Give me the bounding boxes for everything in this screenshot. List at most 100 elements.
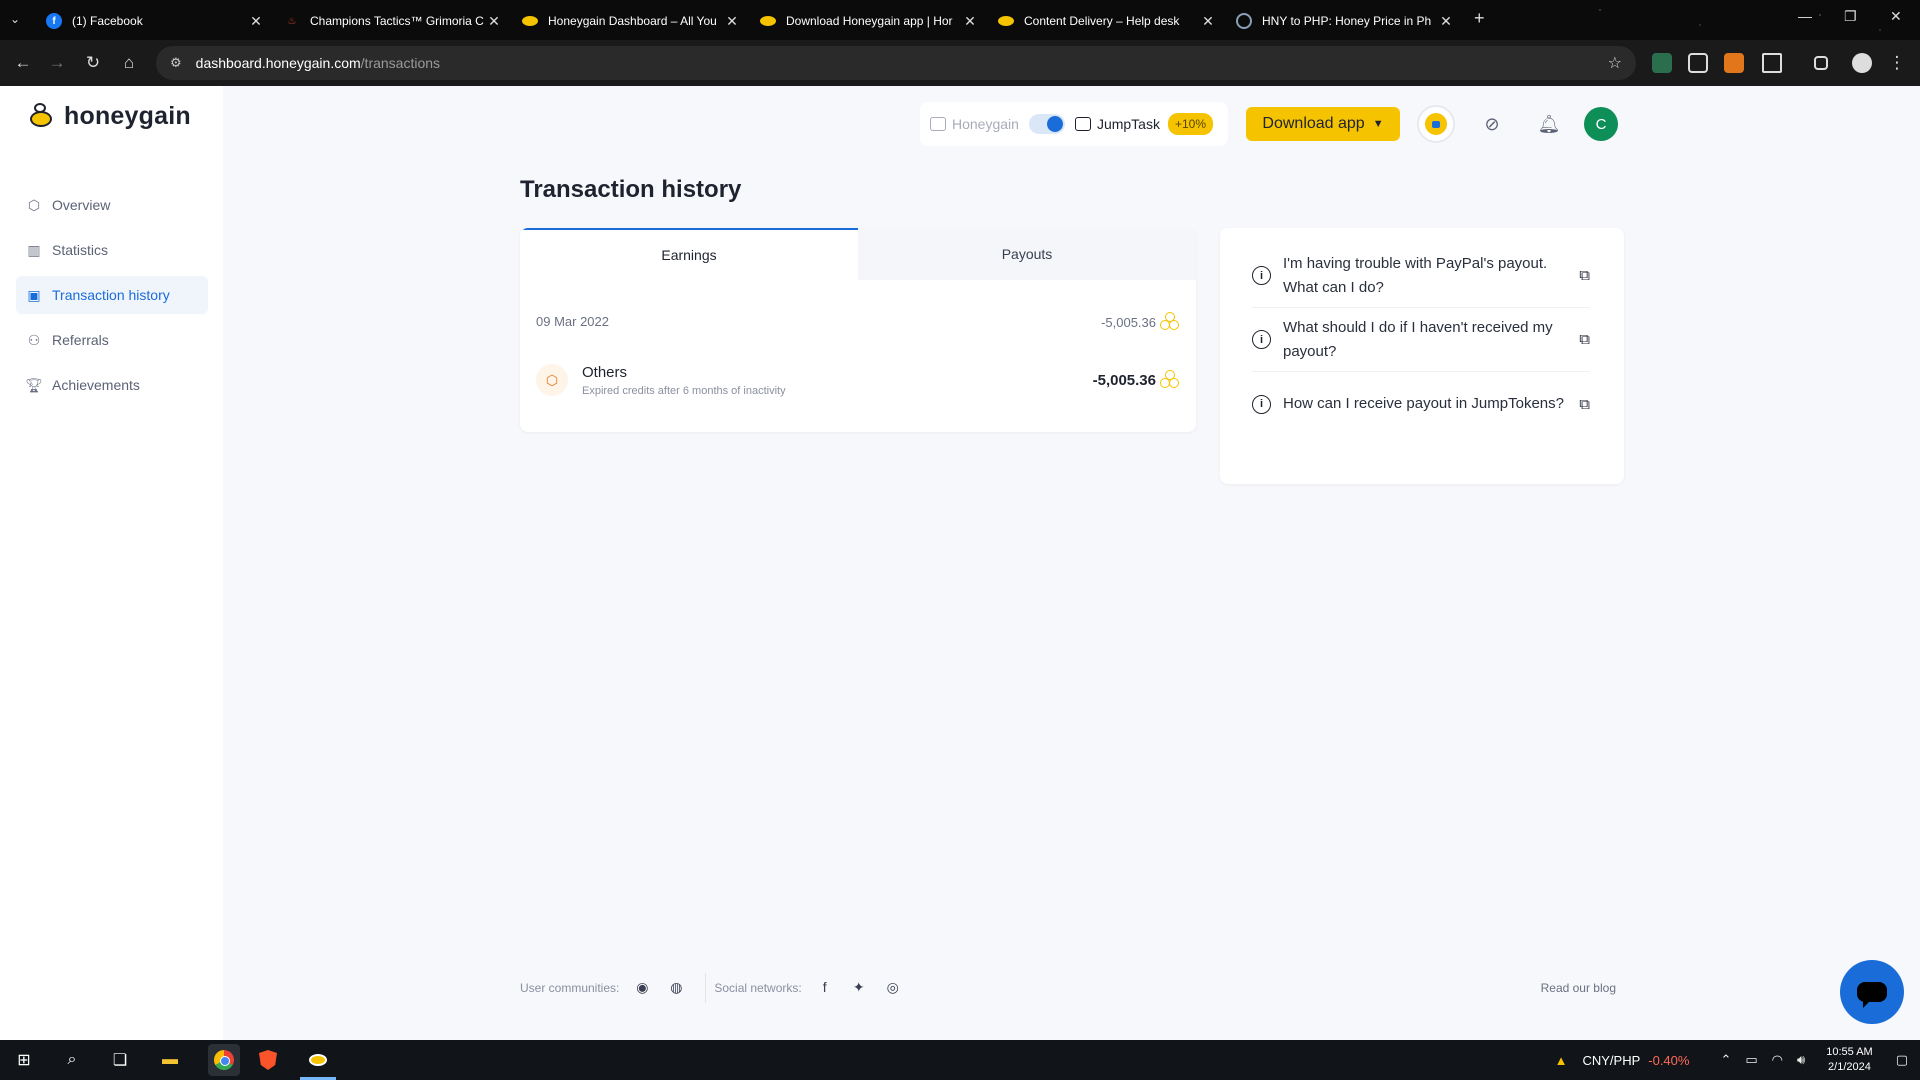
group-total-value: -5,005.36 <box>1101 314 1156 330</box>
url-input[interactable]: ⚙ dashboard.honeygain.com/transactions ☆ <box>156 46 1636 80</box>
notifications-button[interactable]: 🔔︎ <box>1530 105 1568 143</box>
reload-icon[interactable]: ↻ <box>82 52 104 74</box>
forward-arrow-icon[interactable]: → <box>46 52 68 74</box>
sidebar-item-referrals[interactable]: ⚇ Referrals <box>16 321 208 359</box>
clock-time: 10:55 AM <box>1826 1046 1873 1058</box>
sidebar-item-statistics[interactable]: ▥ Statistics <box>16 231 208 269</box>
avatar[interactable]: C <box>1584 107 1618 141</box>
transaction-group-total: -5,005.36 <box>1101 312 1180 332</box>
bag-icon <box>1074 117 1091 131</box>
eye-off-icon: ⊘ <box>1484 113 1500 134</box>
site-settings-icon[interactable]: ⚙ <box>170 55 182 71</box>
wallet-icon: ▣ <box>27 286 41 303</box>
back-arrow-icon[interactable]: ← <box>12 52 34 74</box>
honeygain-mode[interactable]: Honeygain <box>930 116 1019 132</box>
app-mode-toggle: Honeygain JumpTask +10% <box>920 102 1228 146</box>
chart-icon: ▥ <box>27 241 41 258</box>
home-icon[interactable]: ⌂ <box>118 52 140 74</box>
faq-item-not-received[interactable]: i What should I do if I haven't received… <box>1252 308 1590 372</box>
faq-item-paypal[interactable]: i I'm having trouble with PayPal's payou… <box>1252 244 1590 308</box>
browser-tab-facebook[interactable]: f (1) Facebook ✕ <box>36 6 274 36</box>
transaction-group-date: 09 Mar 2022 <box>536 314 609 329</box>
download-app-button[interactable]: Download app ▼ <box>1246 107 1400 141</box>
reddit-icon[interactable]: ◍ <box>665 979 687 997</box>
url-path: /transactions <box>360 55 441 71</box>
twitter-icon[interactable]: ✦ <box>848 979 870 997</box>
menu-kebab-icon[interactable]: ⋮ <box>1886 52 1908 74</box>
sidebar-item-overview[interactable]: ⬡ Overview <box>16 186 208 224</box>
transaction-text: Others Expired credits after 6 months of… <box>582 364 786 397</box>
extension-globe-icon[interactable] <box>1652 53 1672 73</box>
page-title: Transaction history <box>520 176 742 203</box>
faq-card: i I'm having trouble with PayPal's payou… <box>1220 228 1624 484</box>
extension-grid-icon[interactable] <box>1688 53 1708 73</box>
browser-tab-hny-php[interactable]: HNY to PHP: Honey Price in Ph ✕ <box>1226 6 1464 36</box>
hide-balance-button[interactable]: ⊘ <box>1473 105 1511 143</box>
support-chat-button[interactable] <box>1840 960 1904 1024</box>
close-tab-icon[interactable]: ✕ <box>248 13 264 30</box>
ticker-change: -0.40% <box>1648 1052 1690 1068</box>
transaction-amount-value: -5,005.36 <box>1092 371 1156 389</box>
users-icon: ⚇ <box>27 331 41 348</box>
jumptask-mode[interactable]: JumpTask <box>1074 116 1160 132</box>
browser-tab-content-delivery[interactable]: Content Delivery – Help desk ✕ <box>988 6 1226 36</box>
currency-widget-icon: ▲ <box>1554 1052 1568 1068</box>
sidebar-item-transaction-history[interactable]: ▣ Transaction history <box>16 276 208 314</box>
facebook-icon[interactable]: f <box>814 979 836 997</box>
close-tab-icon[interactable]: ✕ <box>724 13 740 30</box>
brave-taskbar-icon[interactable] <box>256 1048 280 1072</box>
tab-title: Download Honeygain app | Hor <box>786 14 953 28</box>
tab-search-chevron-icon[interactable]: ⌄ <box>10 12 26 28</box>
discord-icon[interactable]: ◉ <box>631 979 653 997</box>
close-tab-icon[interactable]: ✕ <box>962 13 978 30</box>
tab-earnings[interactable]: Earnings <box>520 228 858 280</box>
notifications-center-icon[interactable]: ▢ <box>1896 1052 1908 1068</box>
browser-tab-download-honeygain[interactable]: Download Honeygain app | Hor ✕ <box>750 6 988 36</box>
chrome-taskbar-icon[interactable] <box>208 1044 240 1076</box>
honeygain-taskbar-icon[interactable] <box>306 1048 330 1072</box>
toggle-right-label: JumpTask <box>1096 116 1160 132</box>
lucky-pot-button[interactable] <box>1417 105 1455 143</box>
table-row[interactable]: ⬡ Others Expired credits after 6 months … <box>536 360 1180 400</box>
close-tab-icon[interactable]: ✕ <box>1200 13 1216 30</box>
windows-start-icon[interactable]: ⊞ <box>12 1048 36 1072</box>
close-tab-icon[interactable]: ✕ <box>486 13 502 30</box>
faq-item-jumptokens[interactable]: i How can I receive payout in JumpTokens… <box>1252 372 1590 436</box>
restore-icon[interactable]: ❐ <box>1844 8 1857 25</box>
wifi-icon[interactable]: ◠ <box>1772 1052 1783 1068</box>
browser-tab-honeygain-dashboard[interactable]: Honeygain Dashboard – All You ✕ <box>512 6 750 36</box>
page-content: honeygain ⬡ Overview ▥ Statistics ▣ Tran… <box>0 86 1920 1040</box>
ticker-label[interactable]: CNY/PHP <box>1582 1053 1640 1068</box>
volume-icon[interactable]: 🔊︎ <box>1797 1052 1805 1068</box>
facebook-icon: f <box>46 13 62 29</box>
new-tab-plus-icon[interactable]: + <box>1474 8 1485 29</box>
close-tab-icon[interactable]: ✕ <box>1438 13 1454 30</box>
honeygain-logo[interactable]: honeygain <box>24 102 191 131</box>
sidebar-item-achievements[interactable]: 🏆︎ Achievements <box>16 366 208 404</box>
file-explorer-icon[interactable]: ▬ <box>158 1048 182 1072</box>
sidebar-panel-icon[interactable] <box>1814 56 1828 70</box>
metamask-fox-icon[interactable] <box>1724 53 1744 73</box>
close-window-icon[interactable]: ✕ <box>1890 8 1902 25</box>
sidebar-item-label: Statistics <box>52 242 109 258</box>
avatar-initial: C <box>1595 115 1607 133</box>
meet-icon[interactable]: ▭ <box>1745 1052 1757 1068</box>
instagram-icon[interactable]: ◎ <box>882 979 904 997</box>
sidebar-item-label: Transaction history <box>52 287 170 303</box>
clock[interactable]: 10:55 AM 2/1/2024 <box>1826 1045 1872 1075</box>
bonus-badge: +10% <box>1167 113 1213 135</box>
extensions-puzzle-icon[interactable] <box>1762 53 1782 73</box>
browser-tab-champions[interactable]: ♨ Champions Tactics™ Grimoria C ✕ <box>274 6 512 36</box>
profile-icon[interactable] <box>1852 53 1872 73</box>
sidebar-item-label: Achievements <box>52 377 140 393</box>
mode-switch[interactable] <box>1028 114 1065 134</box>
minimize-icon[interactable]: — <box>1798 8 1812 24</box>
bag-icon <box>930 117 946 131</box>
bookmark-star-icon[interactable]: ☆ <box>1608 53 1622 73</box>
transaction-amount: -5,005.36 <box>1093 370 1180 390</box>
search-icon[interactable]: ⌕ <box>60 1048 84 1072</box>
task-view-icon[interactable]: ❏ <box>108 1048 132 1072</box>
tab-payouts[interactable]: Payouts <box>858 228 1196 280</box>
read-blog-link[interactable]: Read our blog <box>1541 981 1616 995</box>
chevron-up-icon[interactable]: ⌃ <box>1720 1052 1731 1068</box>
